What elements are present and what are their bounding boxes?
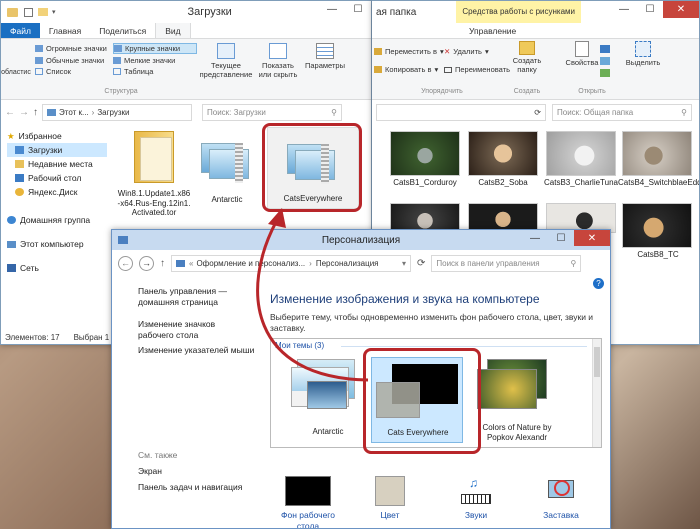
annotation-arrow-icon [256,208,369,382]
